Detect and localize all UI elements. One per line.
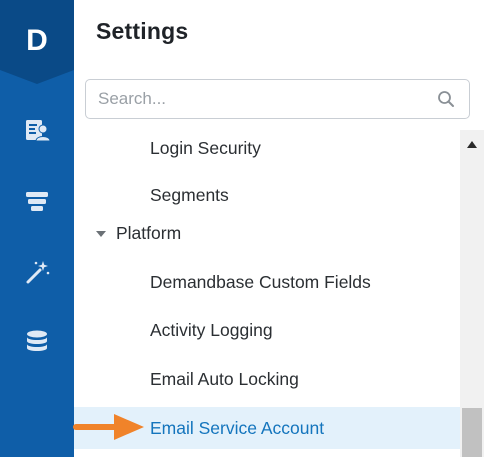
automation-nav-button[interactable] bbox=[0, 252, 74, 292]
tree-item-demandbase-custom-fields[interactable]: Demandbase Custom Fields bbox=[74, 264, 460, 300]
settings-panel: Settings Login Security Segments Platfor… bbox=[74, 0, 484, 457]
tree-item-email-service-account[interactable]: Email Service Account bbox=[74, 407, 460, 449]
tree-item-label: Demandbase Custom Fields bbox=[150, 271, 371, 292]
database-icon bbox=[27, 330, 47, 351]
tree-group-platform[interactable]: Platform bbox=[74, 215, 460, 251]
database-nav-button[interactable] bbox=[0, 322, 74, 362]
tree-item-label: Segments bbox=[150, 184, 229, 205]
scroll-thumb[interactable] bbox=[462, 408, 482, 457]
accounts-nav-button[interactable] bbox=[0, 110, 74, 150]
search-input[interactable] bbox=[98, 80, 418, 118]
magic-wand-icon bbox=[26, 261, 50, 284]
tree-item-label: Email Auto Locking bbox=[150, 368, 299, 389]
funnel-icon bbox=[26, 192, 48, 211]
tree-item-login-security[interactable]: Login Security bbox=[74, 130, 460, 166]
logo-badge-icon: D bbox=[0, 0, 74, 84]
arrow-up-icon bbox=[467, 140, 477, 148]
search-icon[interactable] bbox=[437, 90, 455, 108]
caret-down-icon[interactable] bbox=[96, 231, 106, 237]
tree-scrollbar[interactable] bbox=[460, 130, 484, 457]
settings-tree: Login Security Segments Platform Demandb… bbox=[74, 130, 460, 457]
funnel-nav-button[interactable] bbox=[0, 181, 74, 221]
tree-group-label: Platform bbox=[116, 222, 182, 243]
id-card-icon bbox=[26, 120, 51, 142]
tree-item-label: Email Service Account bbox=[150, 417, 325, 438]
nav-rail: D bbox=[0, 0, 74, 457]
brand-logo[interactable]: D bbox=[0, 0, 74, 84]
scroll-up-button[interactable] bbox=[460, 130, 484, 158]
search-box[interactable] bbox=[85, 79, 470, 119]
page-title: Settings bbox=[96, 18, 189, 44]
tree-item-label: Activity Logging bbox=[150, 319, 273, 340]
svg-text:D: D bbox=[26, 24, 48, 57]
tree-item-activity-logging[interactable]: Activity Logging bbox=[74, 312, 460, 348]
tree-item-label: Login Security bbox=[150, 137, 261, 158]
tree-item-segments[interactable]: Segments bbox=[74, 177, 460, 213]
app-window: D Settings Search... Login Security Segm… bbox=[0, 0, 484, 457]
tree-item-email-auto-locking[interactable]: Email Auto Locking bbox=[74, 361, 460, 397]
